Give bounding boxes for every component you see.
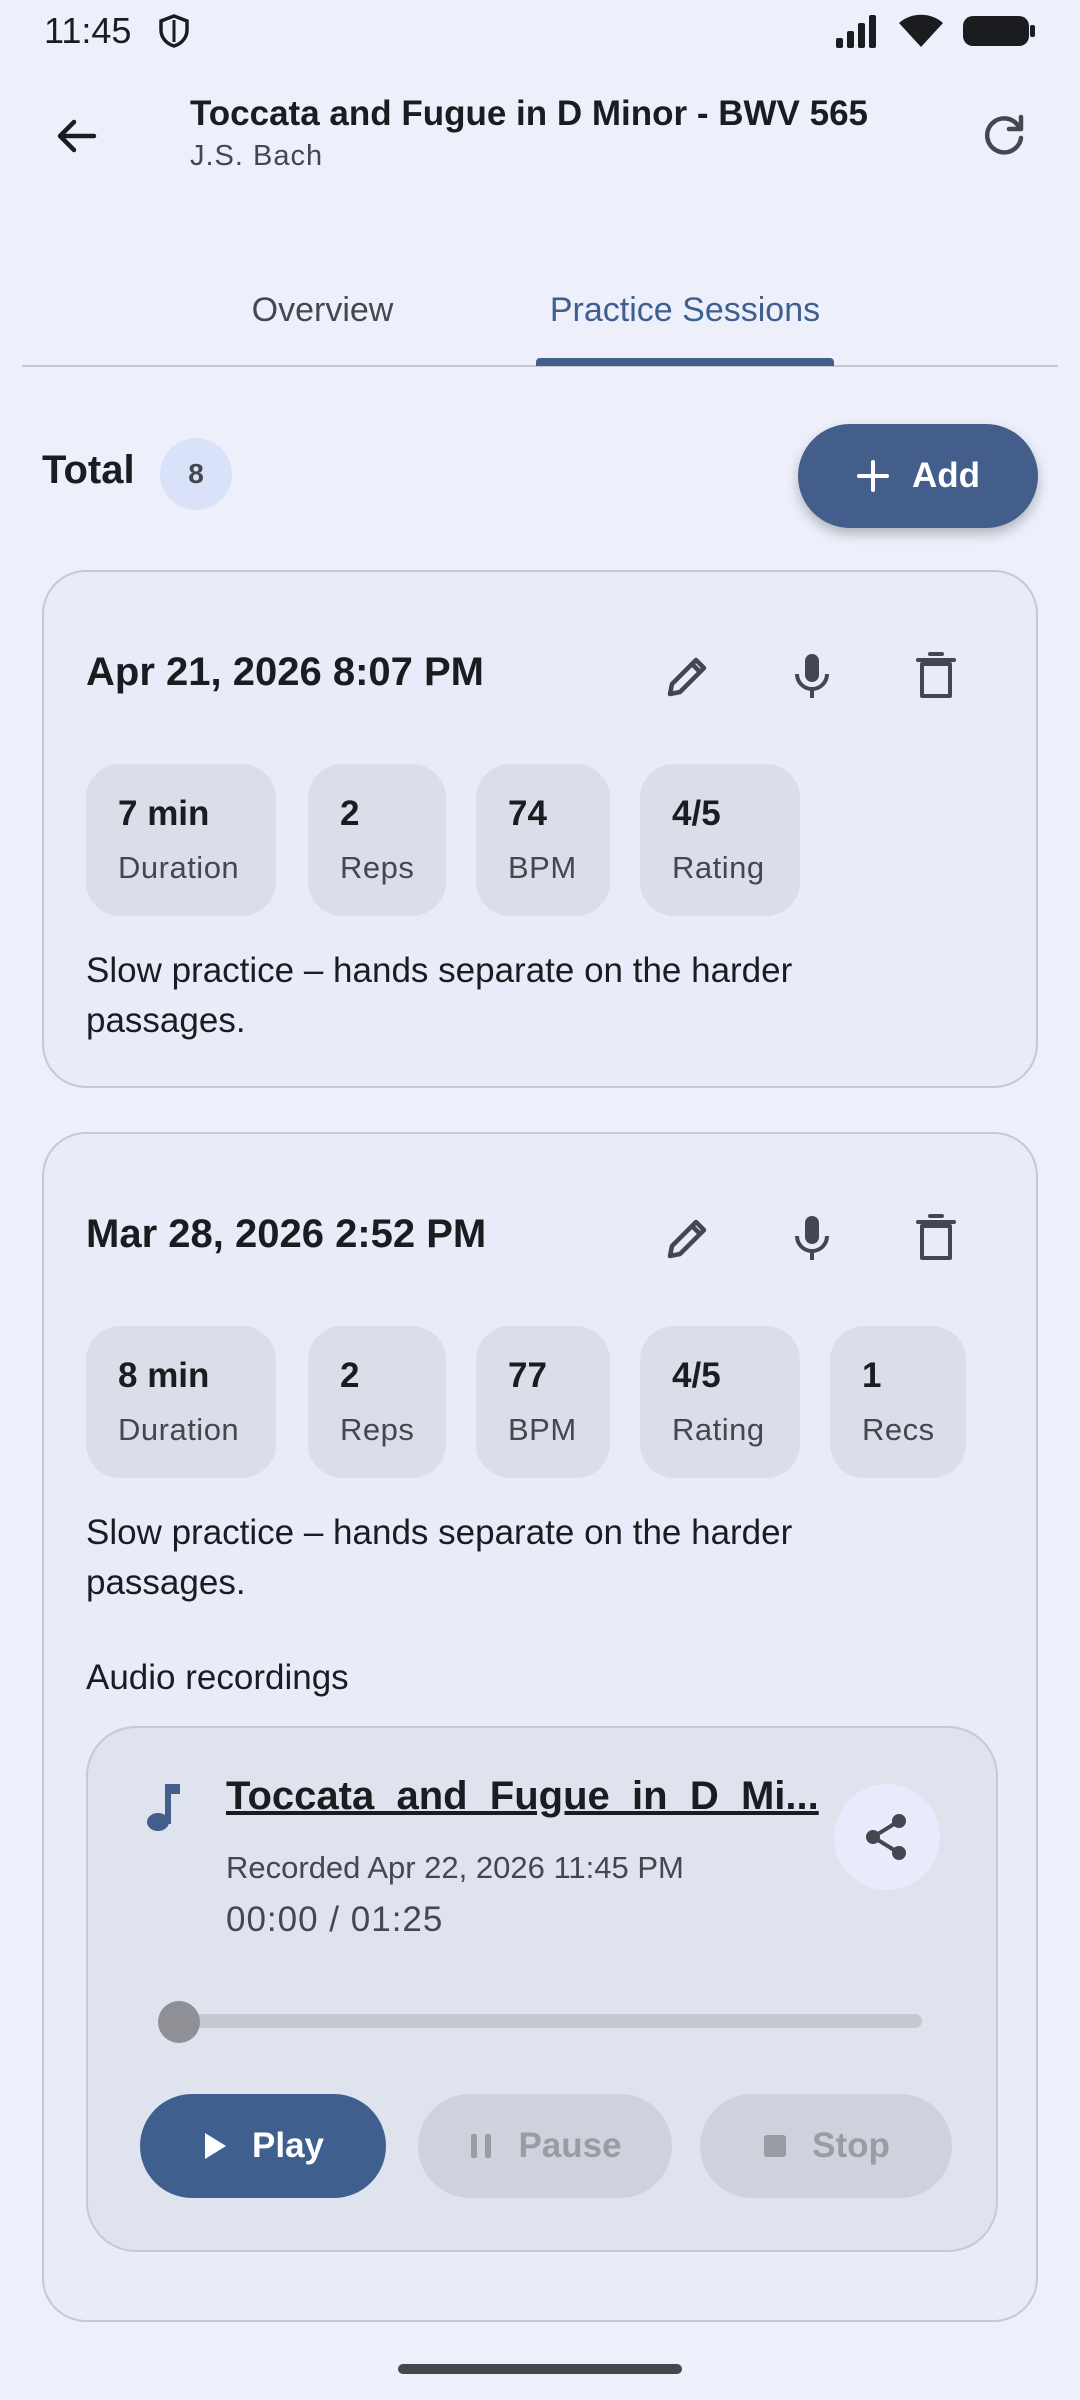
stat-chip-duration: 8 min Duration [86,1326,276,1478]
stat-value: 1 [862,1356,882,1395]
total-count-badge: 8 [160,438,232,510]
stat-chip-duration: 7 min Duration [86,764,276,916]
session-card: Mar 28, 2026 2:52 PM 8 min Duration 2 Re… [42,1132,1038,2322]
stat-value: 77 [508,1356,547,1395]
share-recording-button[interactable] [834,1784,940,1890]
play-icon [205,2133,226,2159]
stop-button[interactable]: Stop [700,2094,952,2198]
session-notes: Slow practice – hands separate on the ha… [86,951,793,1040]
stat-chip-bpm: 74 BPM [476,764,610,916]
trash-icon [916,652,956,698]
microphone-icon [795,654,829,698]
record-audio-button[interactable] [776,640,848,712]
stat-chip-bpm: 77 BPM [476,1326,610,1478]
edit-icon [667,1219,707,1259]
playback-slider-thumb[interactable] [158,2001,200,2043]
playback-slider-track[interactable] [168,2014,922,2028]
recording-file-name[interactable]: Toccata_and_Fugue_in_D_Mi... [226,1774,819,1819]
stat-label: Rating [672,1412,765,1447]
stat-label: Rating [672,850,765,885]
play-label: Play [252,2126,324,2165]
status-time: 11:45 [44,10,132,51]
stat-chip-rating: 4/5 Rating [640,1326,800,1478]
stat-value: 4/5 [672,794,721,833]
stat-value: 8 min [118,1356,210,1395]
tab-practice-sessions[interactable]: Practice Sessions [536,280,834,340]
session-card: Apr 21, 2026 8:07 PM 7 min Duration 2 Re… [42,570,1038,1088]
page-title: Toccata and Fugue in D Minor - BWV 565 [190,94,869,133]
audio-recordings-heading: Audio recordings [86,1658,349,1697]
stat-label: Reps [340,850,415,885]
recording-card: Toccata_and_Fugue_in_D_Mi... Recorded Ap… [86,1726,998,2252]
pause-icon [471,2134,492,2158]
session-date: Mar 28, 2026 2:52 PM [86,1212,487,1256]
recording-date: Recorded Apr 22, 2026 11:45 PM [226,1850,684,1885]
pause-label: Pause [518,2126,622,2165]
session-date: Apr 21, 2026 8:07 PM [86,650,484,694]
stat-value: 7 min [118,794,210,833]
tab-overview[interactable]: Overview [160,280,485,340]
stat-label: Recs [862,1412,935,1447]
stat-label: Reps [340,1412,415,1447]
playback-position: 00:00 / 01:25 [226,1900,444,1939]
session-notes: Slow practice – hands separate on the ha… [86,1513,793,1602]
add-button-label: Add [911,456,981,495]
shield-icon [158,14,190,53]
stat-value: 2 [340,1356,360,1395]
stat-label: BPM [508,1412,577,1447]
wifi-icon [899,14,943,47]
plus-icon [856,460,889,492]
stat-value: 2 [340,794,360,833]
edit-session-button[interactable] [652,640,724,712]
stat-value: 74 [508,794,547,833]
total-label: Total [42,448,135,492]
refresh-button[interactable] [968,100,1040,172]
delete-session-button[interactable] [900,1202,972,1274]
music-note-icon [147,1784,180,1831]
microphone-icon [795,1216,829,1260]
play-button[interactable]: Play [140,2094,386,2198]
composer-subtitle: J.S. Bach [190,140,324,172]
refresh-icon [984,114,1024,155]
signal-icon [836,15,876,48]
stat-chip-rating: 4/5 Rating [640,764,800,916]
pause-button[interactable]: Pause [418,2094,672,2198]
stat-chip-reps: 2 Reps [308,764,446,916]
back-button[interactable] [40,100,112,172]
stat-chip-recs: 1 Recs [830,1326,966,1478]
stop-label: Stop [812,2126,890,2165]
share-icon [866,1814,906,1860]
record-audio-button[interactable] [776,1202,848,1274]
stat-label: Duration [118,850,240,885]
status-icons [834,14,1036,48]
arrow-back-icon [57,119,97,153]
delete-session-button[interactable] [900,640,972,712]
tab-indicator [536,358,834,366]
edit-session-button[interactable] [652,1202,724,1274]
stop-icon [764,2135,787,2157]
home-indicator [398,2364,682,2374]
edit-icon [667,657,707,697]
stat-label: BPM [508,850,577,885]
trash-icon [916,1214,956,1260]
stat-chip-reps: 2 Reps [308,1326,446,1478]
battery-icon [963,16,1035,46]
add-session-button[interactable]: Add [798,424,1038,528]
stat-label: Duration [118,1412,240,1447]
stat-value: 4/5 [672,1356,721,1395]
